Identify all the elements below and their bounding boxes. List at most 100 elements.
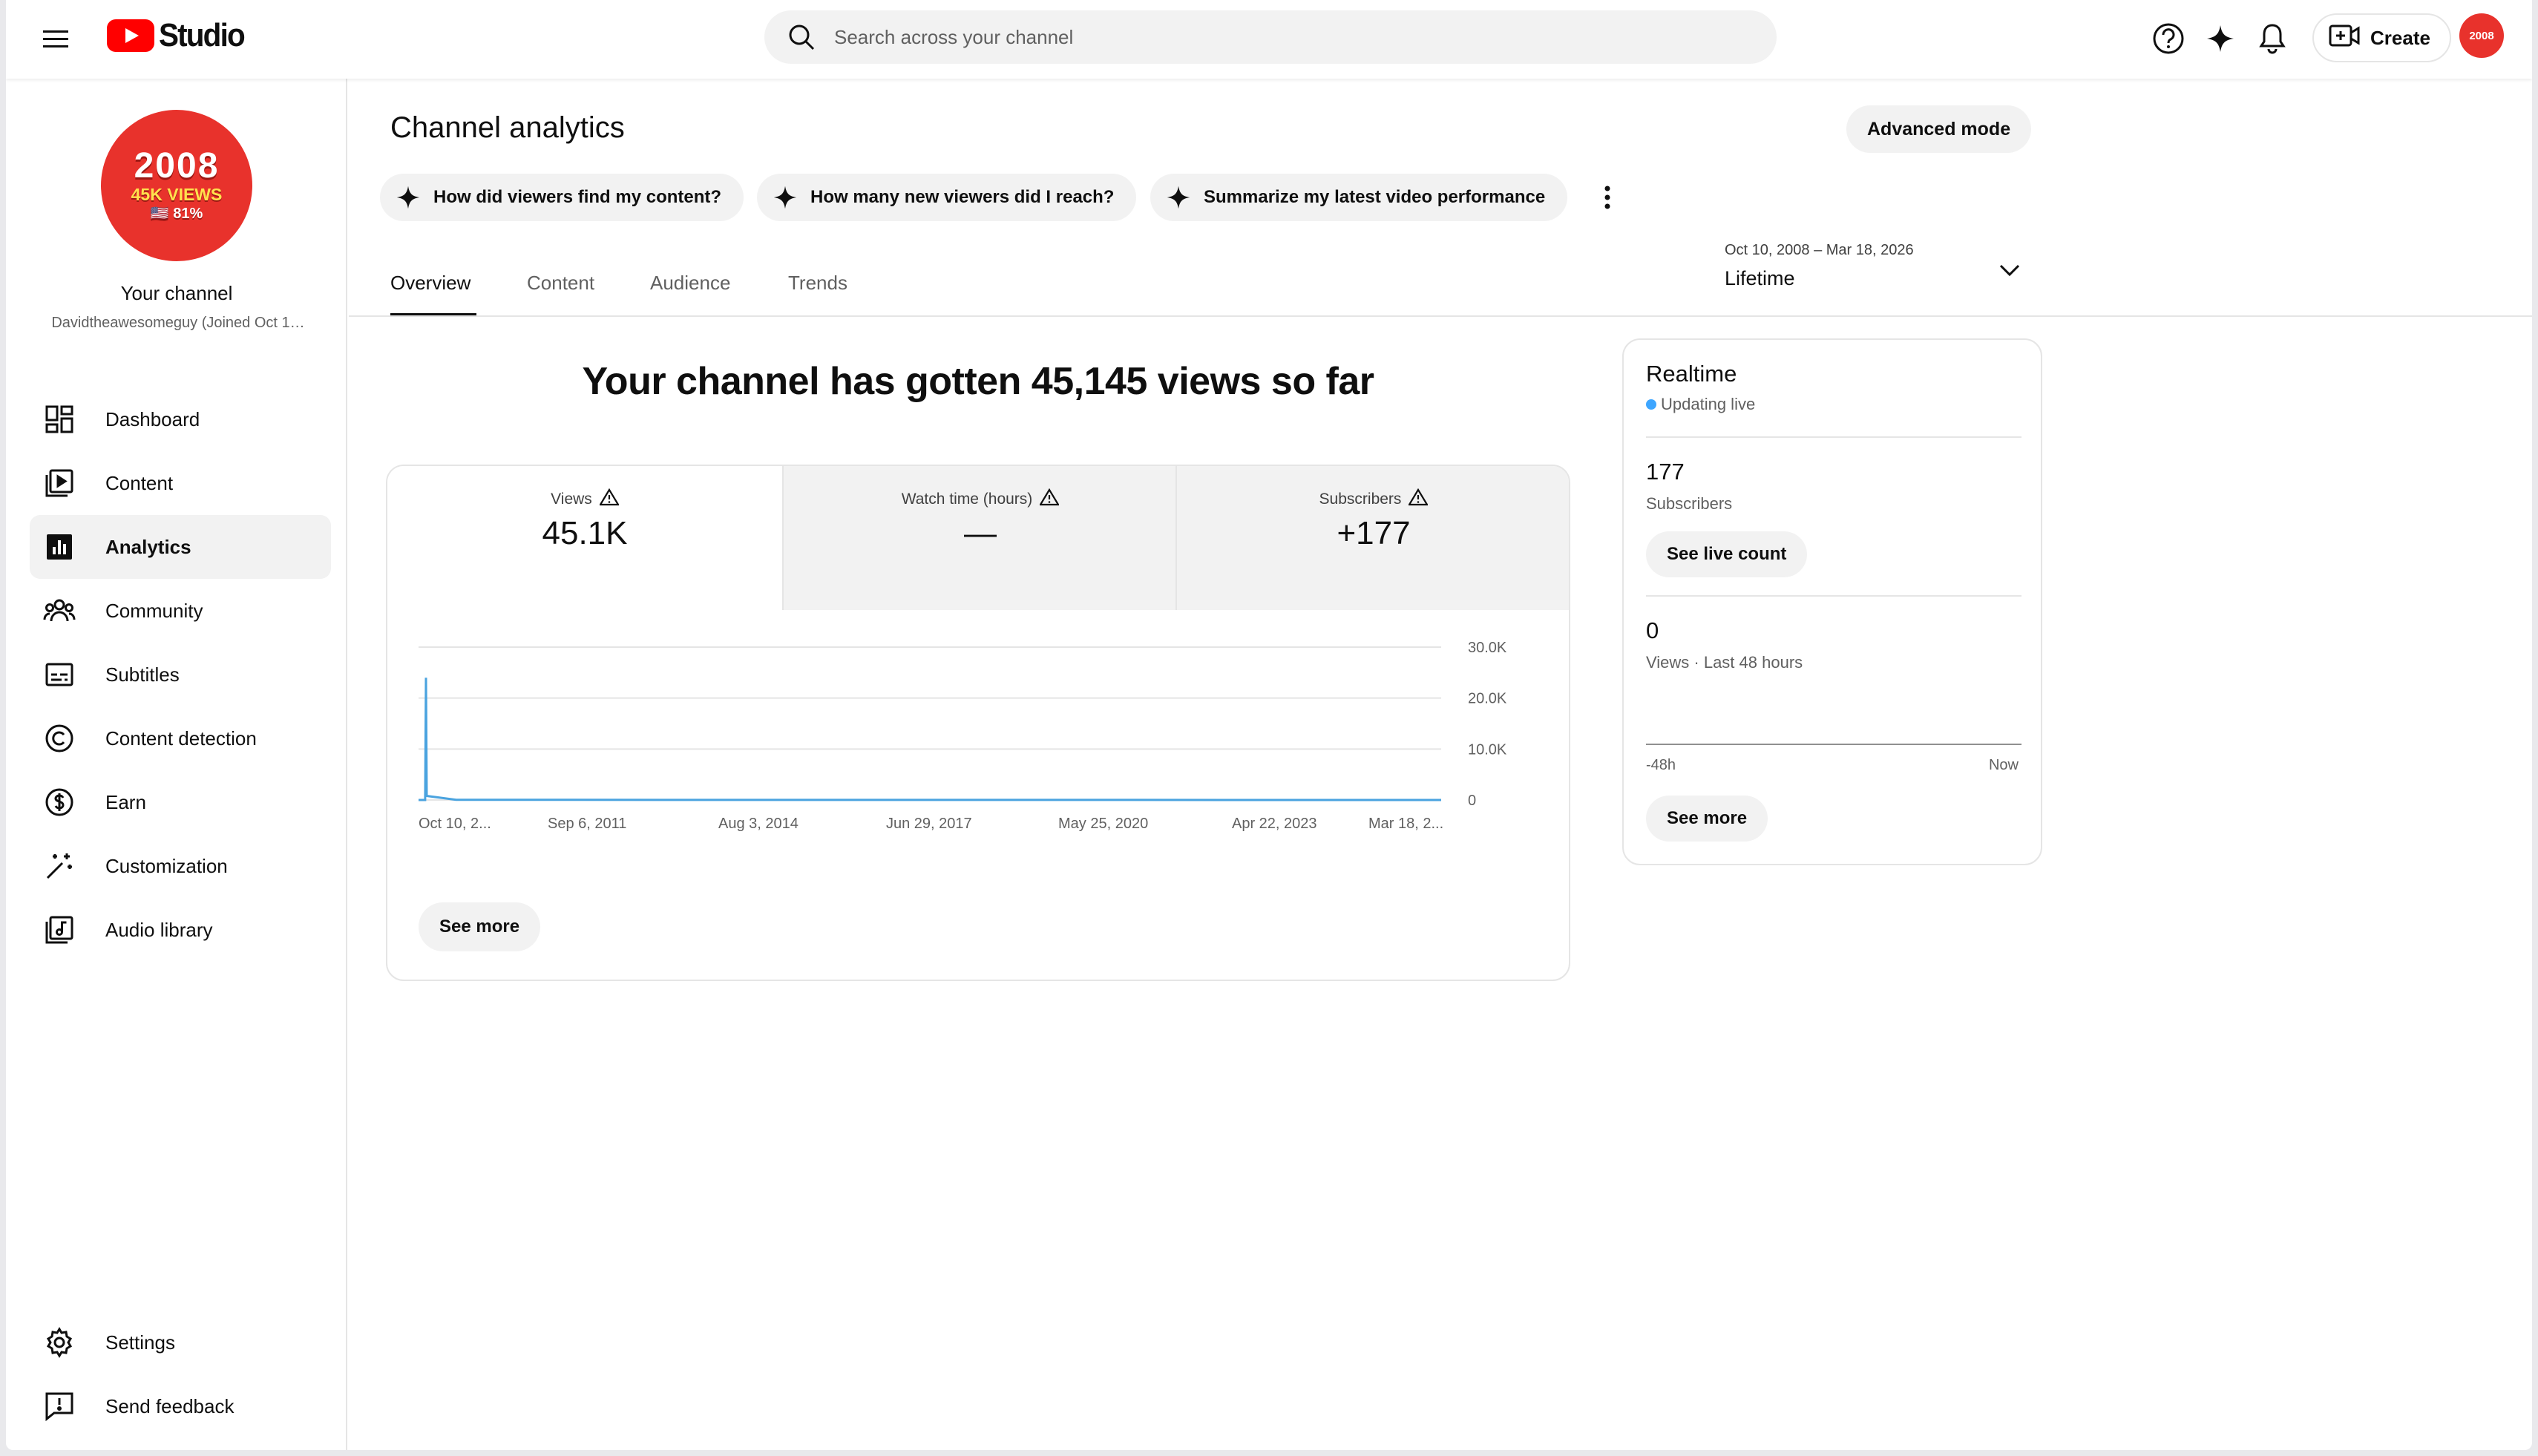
suggestion-chip-viewers-find[interactable]: How did viewers find my content?: [380, 174, 744, 221]
page-title: Channel analytics: [390, 111, 625, 144]
y-tick-label: 30.0K: [1468, 640, 1507, 656]
metric-label-row: Watch time (hours): [784, 488, 1177, 511]
overview-chart-card: Views 45.1K Watch time (hours) — Subscri…: [386, 465, 1570, 981]
metric-label: Subscribers: [1319, 491, 1402, 508]
sidebar-item-label: Dashboard: [105, 407, 200, 430]
community-icon: [42, 593, 77, 629]
sidebar-item-content[interactable]: Content: [30, 451, 331, 515]
avatar-percent: 🇺🇸 81%: [150, 205, 203, 222]
metric-value: —: [964, 515, 997, 551]
sidebar-item-send-feedback[interactable]: Send feedback: [30, 1374, 331, 1438]
sidebar-item-audio-library[interactable]: Audio library: [30, 898, 331, 962]
studio-window: Studio Create 2008 2008: [6, 0, 2532, 1450]
help-icon[interactable]: [2146, 16, 2191, 61]
sidebar-item-settings[interactable]: Settings: [30, 1311, 331, 1374]
date-range-text[interactable]: Oct 10, 2008 – Mar 18, 2026: [1725, 242, 1914, 259]
metric-value: +177: [1337, 515, 1411, 551]
realtime-views-label: Views · Last 48 hours: [1646, 653, 1803, 672]
chevron-down-icon[interactable]: [1992, 252, 2027, 288]
tab-overview[interactable]: Overview: [390, 272, 470, 295]
sidebar-item-earn[interactable]: Earn: [30, 770, 331, 834]
views-series-line[interactable]: [419, 678, 1442, 801]
logo-text: Studio: [159, 17, 246, 53]
copyright-icon: [42, 721, 77, 756]
realtime-status: Updating live: [1646, 395, 1755, 414]
sidebar-item-content-detection[interactable]: Content detection: [30, 706, 331, 770]
analytics-icon: [42, 529, 77, 565]
x-tick-label: Sep 6, 2011: [548, 816, 626, 832]
tab-content[interactable]: Content: [527, 272, 594, 295]
notifications-bell-icon[interactable]: [2250, 16, 2295, 61]
account-avatar[interactable]: 2008: [2459, 13, 2504, 58]
tab-trends[interactable]: Trends: [788, 272, 847, 295]
divider: [1646, 436, 2021, 438]
more-vert-icon[interactable]: [1590, 175, 1625, 220]
sidebar-item-label: Community: [105, 599, 203, 622]
divider: [1646, 595, 2021, 597]
metric-tab-watch-time[interactable]: Watch time (hours) —: [782, 466, 1177, 610]
channel-handle: Davidtheawesomeguy (Joined Oct 1…: [51, 315, 305, 331]
sidebar-item-label: Content: [105, 471, 174, 494]
sidebar-item-label: Settings: [105, 1331, 175, 1354]
magic-wand-icon: [42, 848, 77, 884]
feedback-icon: [42, 1388, 77, 1424]
tabs-divider: [349, 315, 2532, 317]
sidebar-item-label: Send feedback: [105, 1394, 235, 1417]
sidebar-item-customization[interactable]: Customization: [30, 834, 331, 898]
subtitles-icon: [42, 657, 77, 692]
date-preset[interactable]: Lifetime: [1725, 267, 1795, 290]
sparkle-icon: [1164, 183, 1193, 212]
sidebar-item-label: Content detection: [105, 727, 257, 750]
views-headline: Your channel has gotten 45,145 views so …: [582, 360, 1374, 403]
channel-avatar[interactable]: 2008 45K VIEWS 🇺🇸 81%: [101, 110, 252, 261]
warning-icon: [1408, 488, 1429, 511]
tab-audience[interactable]: Audience: [650, 272, 730, 295]
metric-label: Watch time (hours): [901, 491, 1033, 508]
search-icon[interactable]: [785, 21, 818, 53]
sidebar-item-analytics[interactable]: Analytics: [30, 515, 331, 579]
studio-logo[interactable]: Studio: [107, 16, 252, 55]
sidebar-item-label: Audio library: [105, 918, 213, 941]
realtime-title: Realtime: [1646, 361, 1737, 387]
realtime-subscribers-label: Subscribers: [1646, 494, 1733, 513]
sidebar-item-subtitles[interactable]: Subtitles: [30, 643, 331, 706]
metric-label-row: Views: [387, 488, 782, 511]
advanced-mode-button[interactable]: Advanced mode: [1846, 105, 2032, 153]
video-add-icon: [2329, 23, 2361, 53]
y-tick-label: 10.0K: [1468, 741, 1507, 758]
sparkle-icon: [770, 183, 800, 212]
metric-tab-views[interactable]: Views 45.1K: [387, 466, 782, 610]
top-bar: Studio Create 2008: [6, 0, 2532, 79]
x-tick-label: Apr 22, 2023: [1232, 816, 1317, 832]
x-tick-label: Aug 3, 2014: [718, 816, 799, 832]
sidebar-item-community[interactable]: Community: [30, 579, 331, 643]
metric-value: 45.1K: [542, 515, 628, 551]
see-live-count-button[interactable]: See live count: [1646, 531, 1808, 577]
create-label: Create: [2370, 26, 2430, 49]
chip-label: How did viewers find my content?: [433, 187, 722, 207]
chip-label: How many new viewers did I reach?: [810, 187, 1115, 207]
live-dot-icon: [1646, 399, 1656, 410]
realtime-see-more-button[interactable]: See more: [1646, 796, 1768, 842]
avatar-text: 2008: [2469, 29, 2494, 42]
realtime-axis-start: -48h: [1646, 757, 1676, 773]
chip-label: Summarize my latest video performance: [1204, 187, 1546, 207]
metric-tab-subscribers[interactable]: Subscribers +177: [1175, 466, 1569, 610]
warning-icon: [598, 488, 620, 511]
see-more-button[interactable]: See more: [419, 902, 541, 951]
search-input[interactable]: [834, 25, 1725, 49]
warning-icon: [1039, 488, 1060, 511]
sidebar-item-label: Analytics: [105, 535, 191, 558]
suggestion-chip-summarize[interactable]: Summarize my latest video performance: [1150, 174, 1568, 221]
views-line-chart: 30.0K 20.0K 10.0K 0 Oct 10, 2... Sep 6, 2011 A…: [419, 640, 1507, 832]
sidebar-item-dashboard[interactable]: Dashboard: [30, 387, 331, 451]
x-tick-label: May 25, 2020: [1058, 816, 1148, 832]
youtube-logo-icon: [107, 19, 154, 52]
create-button[interactable]: Create: [2312, 13, 2451, 62]
suggestion-chip-new-viewers[interactable]: How many new viewers did I reach?: [757, 174, 1137, 221]
sidebar: 2008 45K VIEWS 🇺🇸 81% Your channel David…: [6, 79, 347, 1450]
audio-library-icon: [42, 912, 77, 948]
sparkle-icon[interactable]: [2198, 16, 2243, 61]
menu-icon[interactable]: [36, 19, 77, 60]
y-tick-label: 20.0K: [1468, 691, 1507, 707]
